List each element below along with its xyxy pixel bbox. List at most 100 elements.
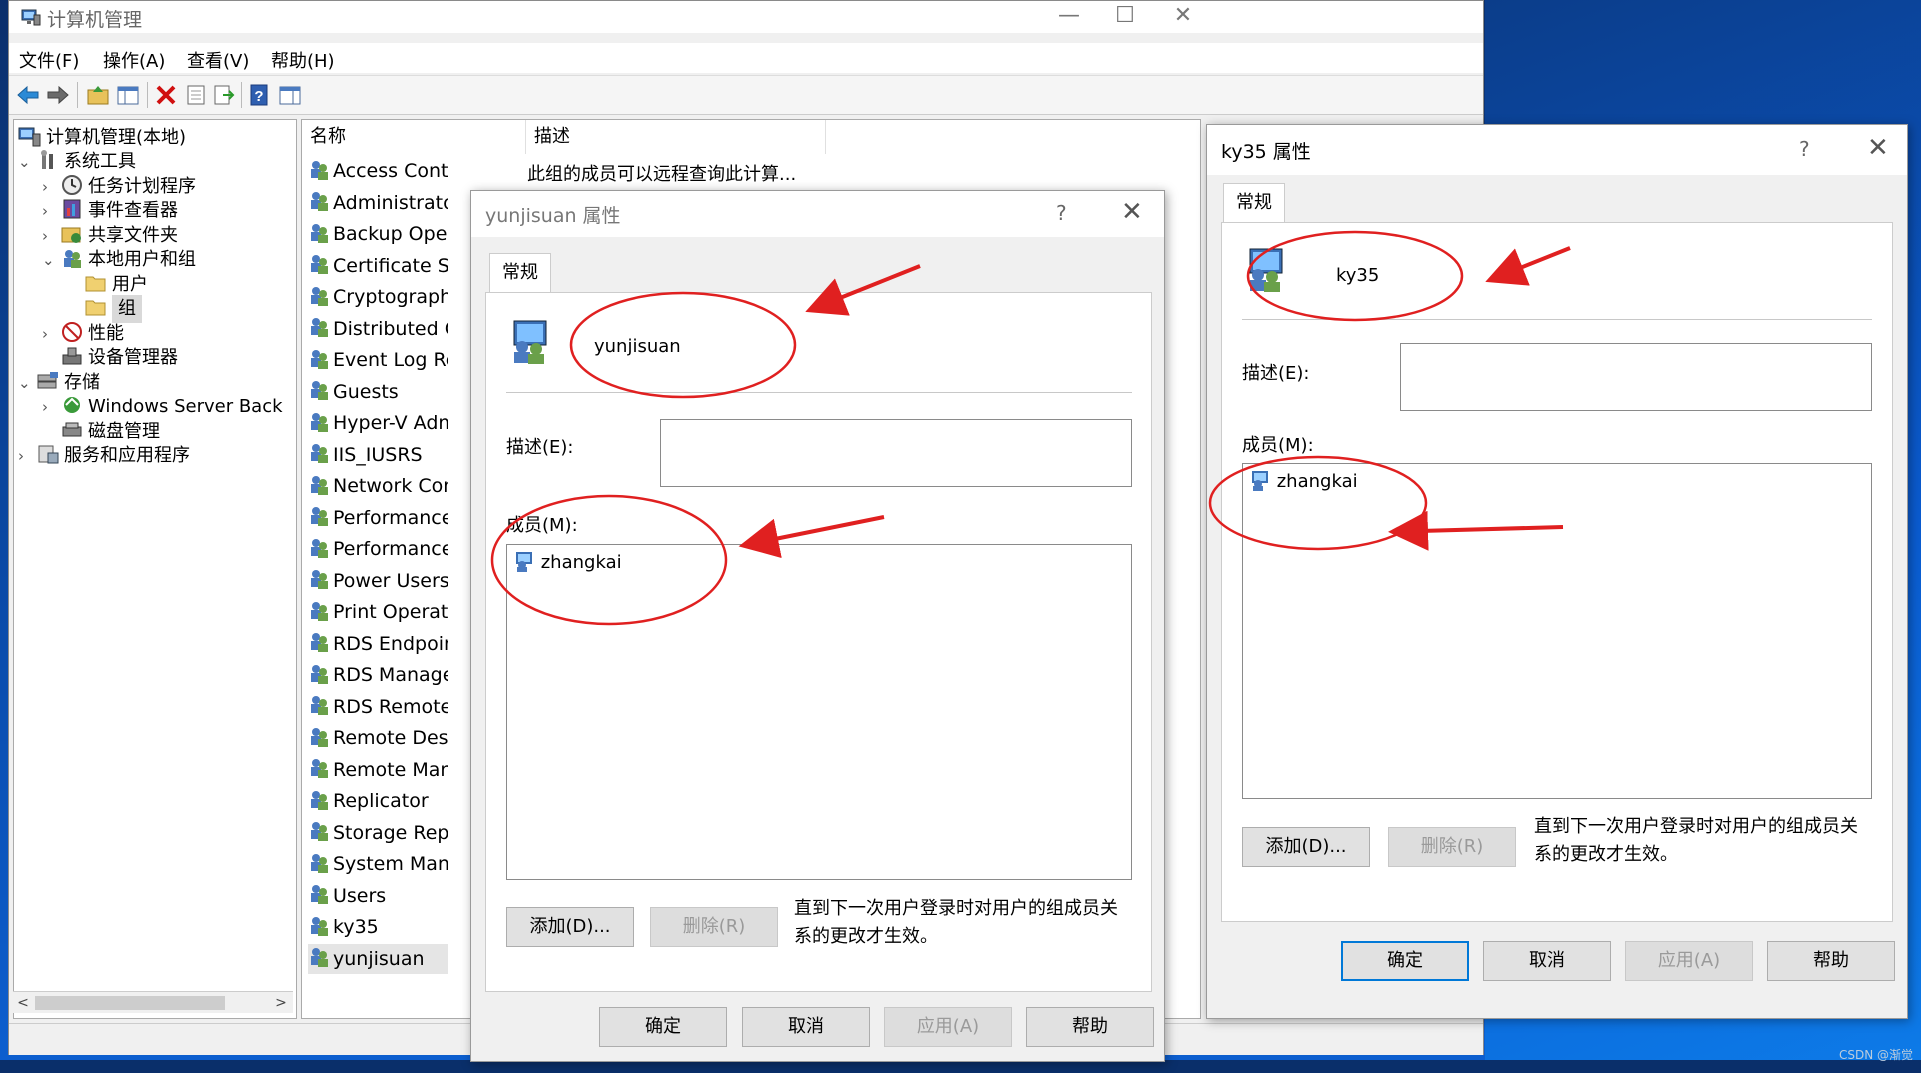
table-row[interactable]: Users — [308, 881, 448, 911]
table-row[interactable]: Remote Manage — [308, 755, 448, 785]
table-row[interactable]: Remote Desktop — [308, 723, 448, 753]
row-name: Storage Replica — [333, 821, 448, 844]
column-header-name[interactable]: 名称 — [302, 120, 526, 154]
table-row[interactable]: ky35 — [308, 912, 448, 942]
toolbar: ? — [9, 75, 1483, 115]
chevron-right-icon[interactable]: › — [42, 393, 60, 421]
tree-device-manager[interactable]: 设备管理器 — [60, 344, 178, 372]
table-row[interactable]: Event Log Readers — [308, 345, 448, 375]
chevron-right-icon[interactable]: › — [18, 442, 36, 470]
group-icon — [311, 255, 328, 274]
tab-general[interactable]: 常规 — [1223, 183, 1285, 223]
group-icon — [311, 475, 328, 495]
table-row[interactable]: Distributed COM — [308, 314, 448, 344]
show-hide-tree-icon[interactable] — [115, 83, 141, 107]
title-bar: 计算机管理 — ☐ ✕ — [9, 1, 1483, 33]
chevron-right-icon[interactable]: › — [42, 197, 60, 225]
delete-icon[interactable] — [153, 83, 179, 107]
chevron-down-icon[interactable]: ⌄ — [42, 246, 60, 274]
membership-note-line1: 直到下一次用户登录时对用户的组成员关 — [794, 898, 1118, 919]
close-button[interactable]: ✕ — [1153, 1, 1213, 33]
cancel-button[interactable]: 取消 — [1483, 941, 1611, 981]
toolbar-separator — [241, 82, 242, 108]
table-row[interactable]: RDS Remote Acc — [308, 692, 448, 722]
row-name: Event Log Readers — [333, 349, 448, 371]
help-question-button[interactable]: ? — [1056, 201, 1067, 225]
back-arrow-icon[interactable] — [15, 83, 41, 107]
scroll-left-icon[interactable]: < — [13, 992, 33, 1014]
tree-services-apps[interactable]: › 服务和应用程序 — [18, 442, 190, 470]
table-row[interactable]: Performance Log — [308, 503, 448, 533]
row-name: Power Users — [333, 569, 448, 592]
table-row[interactable]: yunjisuan — [308, 943, 448, 974]
help-question-button[interactable]: ? — [1799, 137, 1810, 161]
member-item[interactable]: zhangkai — [513, 549, 622, 577]
chevron-down-icon[interactable]: ⌄ — [18, 148, 36, 176]
add-button[interactable]: 添加(D)... — [1242, 827, 1370, 867]
scroll-thumb[interactable] — [35, 996, 225, 1010]
menu-file[interactable]: 文件(F) — [19, 47, 79, 73]
apply-button[interactable]: 应用(A) — [1625, 941, 1753, 981]
table-row[interactable]: Replicator — [308, 786, 448, 816]
help-button[interactable]: 帮助 — [1767, 941, 1895, 981]
ok-button[interactable]: 确定 — [1341, 941, 1469, 981]
table-row[interactable]: IIS_IUSRS — [308, 440, 448, 470]
table-row[interactable]: Cryptographic Oper — [308, 282, 448, 312]
properties-icon[interactable] — [183, 83, 209, 107]
description-field[interactable] — [1400, 343, 1872, 411]
menu-view[interactable]: 查看(V) — [187, 47, 249, 73]
table-row[interactable]: RDS Endpoint Serv — [308, 629, 448, 659]
tree-label: 系统工具 — [64, 151, 136, 172]
tree-event-viewer[interactable]: › 事件查看器 — [42, 197, 178, 225]
table-row[interactable]: Network Configura — [308, 471, 448, 501]
scroll-right-icon[interactable]: > — [271, 992, 291, 1014]
close-icon[interactable]: ✕ — [1121, 197, 1143, 227]
ok-button[interactable]: 确定 — [599, 1007, 727, 1047]
cancel-button[interactable]: 取消 — [742, 1007, 870, 1047]
action-pane-icon[interactable] — [277, 83, 303, 107]
remove-button[interactable]: 删除(R) — [1388, 827, 1516, 867]
menu-action[interactable]: 操作(A) — [103, 47, 165, 73]
tree-horizontal-scrollbar[interactable]: < > — [13, 991, 293, 1013]
export-icon[interactable] — [211, 83, 237, 107]
apply-button[interactable]: 应用(A) — [884, 1007, 1012, 1047]
table-row[interactable]: Administrators — [308, 188, 448, 218]
tree-label: Windows Server Back — [88, 396, 283, 417]
remove-button[interactable]: 删除(R) — [650, 907, 778, 947]
group-icon — [311, 853, 328, 873]
table-row[interactable]: Guests — [308, 377, 448, 407]
table-row[interactable]: Print Operators — [308, 597, 448, 627]
close-icon[interactable]: ✕ — [1867, 133, 1889, 163]
group-icon — [311, 286, 328, 306]
menu-help[interactable]: 帮助(H) — [271, 47, 335, 73]
tree-system-tools[interactable]: ⌄ 系统工具 — [18, 148, 136, 176]
help-button[interactable]: 帮助 — [1026, 1007, 1154, 1047]
forward-arrow-icon[interactable] — [45, 83, 71, 107]
table-row[interactable]: Power Users — [308, 566, 448, 596]
member-item[interactable]: zhangkai — [1249, 468, 1358, 496]
table-row[interactable]: Access Control Assi... — [308, 156, 448, 186]
add-button[interactable]: 添加(D)... — [506, 907, 634, 947]
column-header-description[interactable]: 描述 — [526, 120, 826, 154]
tree-groups[interactable]: 组 — [84, 295, 142, 323]
table-row[interactable]: Certificate Service — [308, 251, 448, 281]
tab-general[interactable]: 常规 — [489, 253, 551, 293]
table-row[interactable]: System Managed — [308, 849, 448, 879]
tree-windows-server-backup[interactable]: › Windows Server Back — [42, 393, 283, 421]
chevron-down-icon[interactable]: ⌄ — [18, 369, 36, 397]
dialog-title-bar: yunjisuan 属性 ? ✕ — [471, 191, 1164, 237]
maximize-button[interactable]: ☐ — [1095, 1, 1155, 33]
table-row[interactable]: Performance Mon — [308, 534, 448, 564]
members-list[interactable]: zhangkai — [506, 544, 1132, 880]
description-field[interactable] — [660, 419, 1132, 487]
tree-local-users-groups[interactable]: ⌄ 本地用户和组 — [42, 246, 196, 274]
table-row[interactable]: RDS Management — [308, 660, 448, 690]
table-row[interactable]: Hyper-V Administr — [308, 408, 448, 438]
members-list[interactable]: zhangkai — [1242, 463, 1872, 799]
help-icon[interactable]: ? — [247, 83, 273, 107]
table-row[interactable]: Storage Replica — [308, 818, 448, 848]
chevron-right-icon[interactable]: › — [42, 320, 60, 348]
minimize-button[interactable]: — — [1039, 1, 1099, 33]
table-row[interactable]: Backup Operators — [308, 219, 448, 249]
up-folder-icon[interactable] — [85, 83, 111, 107]
